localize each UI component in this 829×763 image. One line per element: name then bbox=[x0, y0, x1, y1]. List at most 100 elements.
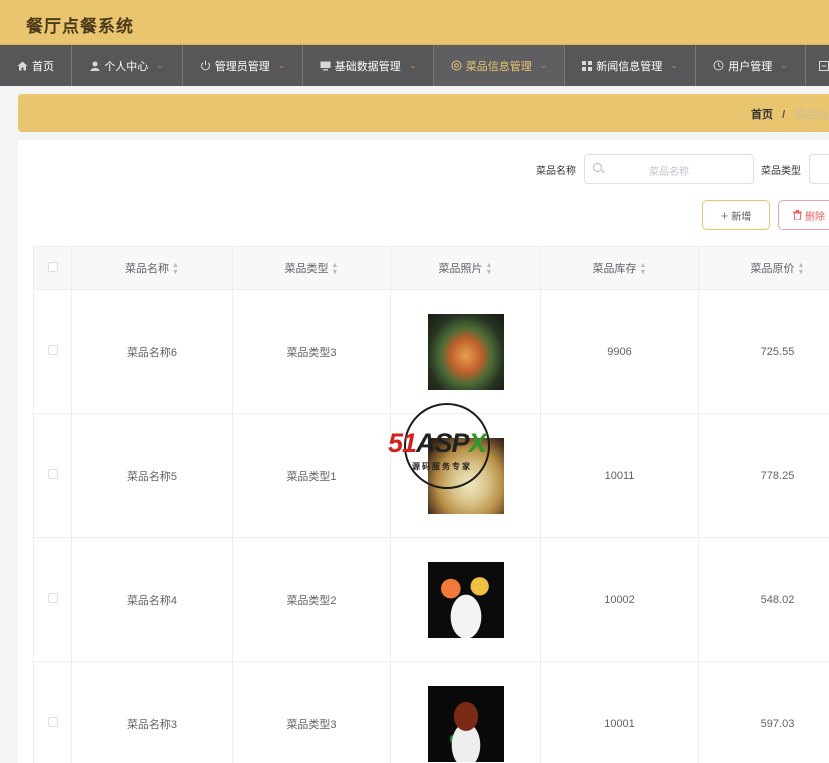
sort-icon[interactable]: ▲ ▼ bbox=[172, 262, 179, 276]
nav-item-label: 管理员管理 bbox=[214, 60, 270, 73]
app-header: 餐厅点餐系统 bbox=[0, 0, 829, 45]
nav-item-profile[interactable]: 个人中心 ⌄ bbox=[72, 45, 183, 86]
cell-dish-stock: 10002 bbox=[540, 537, 699, 662]
column-header-stock[interactable]: 菜品库存 ▲ ▼ bbox=[540, 246, 699, 290]
user-icon bbox=[90, 61, 100, 71]
cell-dish-name: 菜品名称4 bbox=[71, 537, 233, 662]
main-nav: 首页 个人中心 ⌄ 管理员管理 ⌄ 基础数据管理 ⌄ 菜品信息管理 ⌄ 新闻信息… bbox=[0, 45, 829, 86]
add-button-label: 新增 bbox=[731, 211, 752, 223]
cell-dish-price: 548.02 bbox=[698, 537, 829, 662]
cell-dish-type: 菜品类型3 bbox=[232, 661, 391, 763]
breadcrumb-separator: / bbox=[782, 109, 786, 121]
sort-icon[interactable]: ▲ ▼ bbox=[640, 262, 647, 276]
table-row[interactable]: 菜品名称4 菜品类型2 10002 548.02 bbox=[33, 537, 829, 662]
dish-photo[interactable] bbox=[427, 561, 504, 638]
column-header-label: 菜品类型 bbox=[284, 262, 329, 275]
nav-item-base-data[interactable]: 基础数据管理 ⌄ bbox=[303, 45, 434, 86]
table-header-row: 菜品名称 ▲ ▼ 菜品类型 ▲ ▼ 菜品照片 ▲ ▼ 菜品库存 ▲ ▼ 菜品原价 ▲ ▼ bbox=[33, 246, 829, 290]
search-name-placeholder: 菜品名称 bbox=[649, 167, 689, 178]
column-header-type[interactable]: 菜品类型 ▲ ▼ bbox=[232, 246, 391, 290]
power-icon bbox=[200, 60, 211, 71]
chevron-down-icon: ⌄ bbox=[670, 60, 678, 70]
cell-dish-stock: 10011 bbox=[540, 413, 699, 538]
search-type-label: 菜品类型 bbox=[761, 166, 801, 177]
column-header-label: 菜品名称 bbox=[125, 262, 170, 275]
nav-item-label: 用户管理 bbox=[728, 60, 773, 73]
row-checkbox[interactable] bbox=[47, 469, 58, 479]
cell-dish-stock: 10001 bbox=[540, 661, 699, 763]
column-header-label: 菜品原价 bbox=[750, 262, 795, 275]
watermark-part-1: 51 bbox=[388, 428, 417, 458]
dish-table: 菜品名称 ▲ ▼ 菜品类型 ▲ ▼ 菜品照片 ▲ ▼ 菜品库存 ▲ ▼ 菜品原价 ▲ ▼ 菜品名称6… bbox=[33, 246, 829, 763]
table-row[interactable]: 菜品名称6 菜品类型3 9906 725.55 bbox=[33, 289, 829, 414]
cell-dish-type: 菜品类型3 bbox=[232, 289, 391, 414]
cell-dish-name: 菜品名称3 bbox=[71, 661, 233, 763]
delete-button[interactable]: 删除 bbox=[778, 200, 829, 230]
row-select-cell bbox=[33, 413, 72, 538]
dish-photo[interactable] bbox=[427, 313, 504, 390]
row-checkbox[interactable] bbox=[47, 345, 58, 355]
cell-dish-stock: 9906 bbox=[540, 289, 699, 414]
search-type-select[interactable] bbox=[809, 154, 829, 184]
column-header-label: 菜品库存 bbox=[592, 262, 637, 275]
nav-item-label: 新闻信息管理 bbox=[596, 60, 663, 73]
row-checkbox[interactable] bbox=[47, 593, 58, 603]
watermark-logo: 51ASPX bbox=[388, 428, 487, 458]
cell-dish-price: 597.03 bbox=[698, 661, 829, 763]
delete-button-label: 删除 bbox=[805, 211, 825, 223]
nav-item-label: 基础数据管理 bbox=[334, 60, 401, 73]
chevron-down-icon: ⌄ bbox=[780, 60, 788, 70]
column-header-name[interactable]: 菜品名称 ▲ ▼ bbox=[71, 246, 233, 290]
home-icon bbox=[17, 61, 28, 71]
plus-icon: + bbox=[720, 207, 729, 223]
nav-item-more[interactable] bbox=[806, 45, 829, 86]
column-header-price[interactable]: 菜品原价 ▲ ▼ bbox=[698, 246, 829, 290]
select-all-cell bbox=[33, 246, 72, 290]
row-select-cell bbox=[33, 661, 72, 763]
cell-dish-photo bbox=[390, 661, 541, 763]
cell-dish-name: 菜品名称6 bbox=[71, 289, 233, 414]
watermark-part-2: ASP bbox=[416, 428, 470, 458]
nav-item-label: 首页 bbox=[32, 60, 54, 73]
breadcrumb-current: 菜品信息管理 bbox=[794, 109, 829, 121]
trash-icon bbox=[793, 210, 802, 220]
sort-icon[interactable]: ▲ ▼ bbox=[486, 262, 493, 276]
chevron-down-icon: ⌄ bbox=[156, 60, 164, 70]
gear-icon bbox=[451, 60, 462, 71]
cell-dish-name: 菜品名称5 bbox=[71, 413, 233, 538]
monitor-icon bbox=[320, 61, 331, 71]
cell-dish-price: 725.55 bbox=[698, 289, 829, 414]
nav-item-users[interactable]: 用户管理 ⌄ bbox=[696, 45, 806, 86]
sort-icon[interactable]: ▲ ▼ bbox=[798, 262, 805, 276]
nav-item-home[interactable]: 首页 bbox=[0, 45, 72, 86]
nav-item-admin[interactable]: 管理员管理 ⌄ bbox=[183, 45, 303, 86]
watermark-subtitle: 源码服务专家 bbox=[412, 462, 472, 471]
chevron-down-icon: ⌄ bbox=[277, 60, 286, 70]
nav-item-label: 菜品信息管理 bbox=[465, 60, 532, 73]
app-title: 餐厅点餐系统 bbox=[26, 17, 134, 36]
nav-item-dishes[interactable]: 菜品信息管理 ⌄ bbox=[434, 45, 565, 86]
nav-item-news[interactable]: 新闻信息管理 ⌄ bbox=[565, 45, 696, 86]
select-all-checkbox[interactable] bbox=[47, 261, 58, 272]
add-button[interactable]: + 新增 bbox=[702, 200, 770, 230]
search-name-input[interactable]: 菜品名称 bbox=[584, 154, 754, 184]
dish-photo[interactable] bbox=[427, 685, 504, 762]
cell-dish-price: 778.25 bbox=[698, 413, 829, 538]
column-header-label: 菜品照片 bbox=[438, 262, 483, 275]
chevron-down-icon: ⌄ bbox=[408, 60, 417, 70]
row-select-cell bbox=[33, 289, 72, 414]
breadcrumb-home[interactable]: 首页 bbox=[751, 109, 773, 121]
sort-icon[interactable]: ▲ ▼ bbox=[332, 262, 339, 276]
cell-dish-type: 菜品类型1 bbox=[232, 413, 391, 538]
watermark-part-3: X bbox=[468, 428, 487, 458]
cell-dish-photo bbox=[390, 289, 541, 414]
search-name-label: 菜品名称 bbox=[536, 166, 576, 177]
cell-dish-type: 菜品类型2 bbox=[232, 537, 391, 662]
chevron-down-icon: ⌄ bbox=[539, 60, 548, 70]
grid-icon bbox=[582, 60, 593, 71]
column-header-photo[interactable]: 菜品照片 ▲ ▼ bbox=[390, 246, 541, 290]
table-row[interactable]: 菜品名称3 菜品类型3 10001 597.03 bbox=[33, 661, 829, 763]
nav-item-label: 个人中心 bbox=[104, 60, 149, 73]
row-select-cell bbox=[33, 537, 72, 662]
row-checkbox[interactable] bbox=[47, 717, 58, 727]
